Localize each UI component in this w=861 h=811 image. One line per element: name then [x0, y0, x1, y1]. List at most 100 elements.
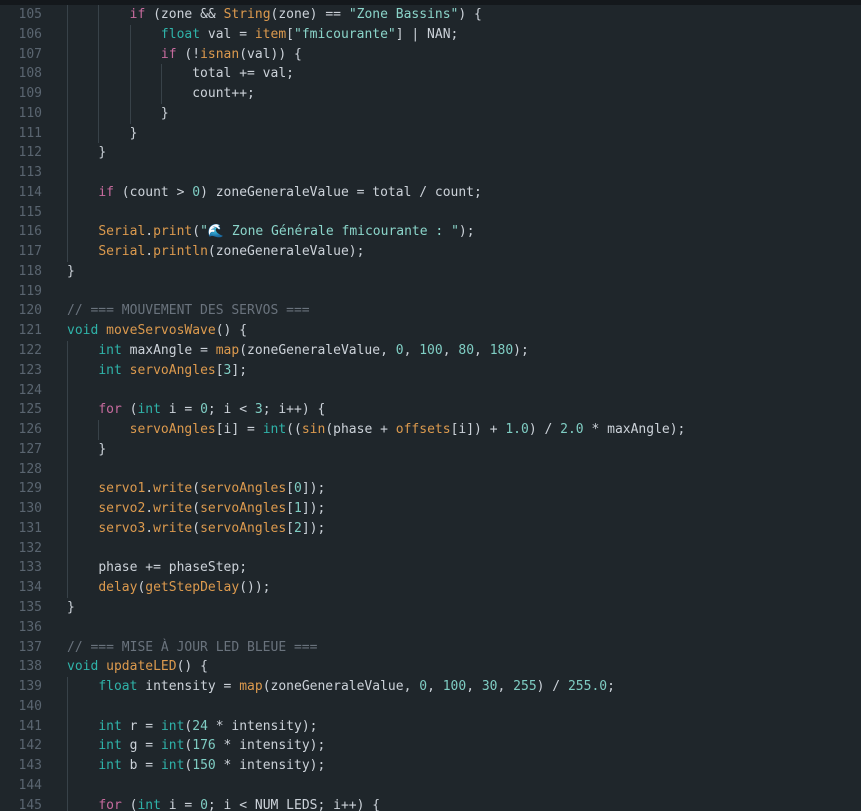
code-line[interactable]: 120// === MOUVEMENT DES SERVOS ===	[0, 301, 861, 321]
line-number: 144	[0, 776, 42, 796]
code-line[interactable]: 126 servoAngles[i] = int((sin(phase + of…	[0, 420, 861, 440]
code-line[interactable]: 127 }	[0, 440, 861, 460]
code-line[interactable]: 140	[0, 697, 861, 717]
code-line[interactable]: 128	[0, 460, 861, 480]
code-text[interactable]	[67, 539, 861, 559]
code-line[interactable]: 109 count++;	[0, 84, 861, 104]
code-text[interactable]	[67, 776, 861, 796]
code-line[interactable]: 118}	[0, 262, 861, 282]
code-text[interactable]: phase += phaseStep;	[67, 558, 861, 578]
code-text[interactable]: servo2.write(servoAngles[1]);	[67, 499, 861, 519]
code-text[interactable]	[67, 460, 861, 480]
code-text[interactable]	[67, 163, 861, 183]
code-text[interactable]: count++;	[67, 84, 861, 104]
code-line[interactable]: 106 float val = item["fmicourante"] | NA…	[0, 25, 861, 45]
code-text[interactable]: }	[67, 143, 861, 163]
code-tokens: }	[67, 145, 106, 160]
code-tokens: delay(getStepDelay());	[67, 580, 271, 595]
line-number: 117	[0, 242, 42, 262]
code-text[interactable]: // === MOUVEMENT DES SERVOS ===	[67, 301, 861, 321]
code-text[interactable]: total += val;	[67, 64, 861, 84]
code-line[interactable]: 130 servo2.write(servoAngles[1]);	[0, 499, 861, 519]
code-line[interactable]: 132	[0, 539, 861, 559]
code-text[interactable]: int g = int(176 * intensity);	[67, 736, 861, 756]
code-text[interactable]	[67, 282, 861, 302]
line-number: 122	[0, 341, 42, 361]
code-line[interactable]: 123 int servoAngles[3];	[0, 361, 861, 381]
code-line[interactable]: 117 Serial.println(zoneGeneraleValue);	[0, 242, 861, 262]
code-tokens: servo3.write(servoAngles[2]);	[67, 521, 325, 536]
line-number: 119	[0, 282, 42, 302]
code-text[interactable]: }	[67, 104, 861, 124]
code-line[interactable]: 125 for (int i = 0; i < 3; i++) {	[0, 400, 861, 420]
code-line[interactable]: 137// === MISE À JOUR LED BLEUE ===	[0, 638, 861, 658]
code-line[interactable]: 124	[0, 381, 861, 401]
code-line[interactable]: 145 for (int i = 0; i < NUM_LEDS; i++) {	[0, 796, 861, 811]
code-line[interactable]: 122 int maxAngle = map(zoneGeneraleValue…	[0, 341, 861, 361]
code-line[interactable]: 108 total += val;	[0, 64, 861, 84]
code-line[interactable]: 142 int g = int(176 * intensity);	[0, 736, 861, 756]
code-text[interactable]: if (count > 0) zoneGeneraleValue = total…	[67, 183, 861, 203]
code-line[interactable]: 112 }	[0, 143, 861, 163]
code-line[interactable]: 110 }	[0, 104, 861, 124]
code-text[interactable]: float val = item["fmicourante"] | NAN;	[67, 25, 861, 45]
code-text[interactable]: // === MISE À JOUR LED BLEUE ===	[67, 638, 861, 658]
code-line[interactable]: 139 float intensity = map(zoneGeneraleVa…	[0, 677, 861, 697]
code-line[interactable]: 114 if (count > 0) zoneGeneraleValue = t…	[0, 183, 861, 203]
code-text[interactable]: void moveServosWave() {	[67, 321, 861, 341]
line-number: 105	[0, 5, 42, 25]
code-text[interactable]: }	[67, 598, 861, 618]
code-text[interactable]	[67, 203, 861, 223]
code-text[interactable]: for (int i = 0; i < NUM_LEDS; i++) {	[67, 796, 861, 811]
indent-guide	[130, 84, 131, 104]
code-line[interactable]: 143 int b = int(150 * intensity);	[0, 756, 861, 776]
code-text[interactable]	[67, 381, 861, 401]
indent-guide	[67, 440, 68, 460]
code-text[interactable]: Serial.print("🌊 Zone Générale fmicourant…	[67, 222, 861, 242]
code-text[interactable]: int b = int(150 * intensity);	[67, 756, 861, 776]
code-line[interactable]: 119	[0, 282, 861, 302]
indent-guide	[67, 104, 68, 124]
code-tokens: }	[67, 264, 75, 279]
code-line[interactable]: 134 delay(getStepDelay());	[0, 578, 861, 598]
code-text[interactable]: if (zone && String(zone) == "Zone Bassin…	[67, 5, 861, 25]
code-text[interactable]: servo3.write(servoAngles[2]);	[67, 519, 861, 539]
code-tokens: int maxAngle = map(zoneGeneraleValue, 0,…	[67, 343, 529, 358]
indent-guide	[67, 677, 68, 697]
code-text[interactable]: int r = int(24 * intensity);	[67, 717, 861, 737]
code-text[interactable]: delay(getStepDelay());	[67, 578, 861, 598]
code-text[interactable]: }	[67, 124, 861, 144]
code-line[interactable]: 133 phase += phaseStep;	[0, 558, 861, 578]
code-editor[interactable]: 105 if (zone && String(zone) == "Zone Ba…	[0, 5, 861, 811]
code-line[interactable]: 129 servo1.write(servoAngles[0]);	[0, 479, 861, 499]
indent-guide	[67, 499, 68, 519]
code-line[interactable]: 131 servo3.write(servoAngles[2]);	[0, 519, 861, 539]
code-line[interactable]: 121void moveServosWave() {	[0, 321, 861, 341]
code-line[interactable]: 107 if (!isnan(val)) {	[0, 45, 861, 65]
code-tokens: // === MISE À JOUR LED BLEUE ===	[67, 640, 317, 655]
code-text[interactable]: void updateLED() {	[67, 657, 861, 677]
code-line[interactable]: 115	[0, 203, 861, 223]
code-line[interactable]: 141 int r = int(24 * intensity);	[0, 717, 861, 737]
code-line[interactable]: 116 Serial.print("🌊 Zone Générale fmicou…	[0, 222, 861, 242]
code-line[interactable]: 144	[0, 776, 861, 796]
code-text[interactable]: int servoAngles[3];	[67, 361, 861, 381]
code-line[interactable]: 111 }	[0, 124, 861, 144]
code-text[interactable]: servoAngles[i] = int((sin(phase + offset…	[67, 420, 861, 440]
code-text[interactable]: if (!isnan(val)) {	[67, 45, 861, 65]
code-text[interactable]: }	[67, 440, 861, 460]
code-text[interactable]	[67, 697, 861, 717]
indent-guide	[130, 104, 131, 124]
code-text[interactable]: Serial.println(zoneGeneraleValue);	[67, 242, 861, 262]
code-text[interactable]: for (int i = 0; i < 3; i++) {	[67, 400, 861, 420]
code-text[interactable]: servo1.write(servoAngles[0]);	[67, 479, 861, 499]
code-text[interactable]: float intensity = map(zoneGeneraleValue,…	[67, 677, 861, 697]
code-text[interactable]: int maxAngle = map(zoneGeneraleValue, 0,…	[67, 341, 861, 361]
code-line[interactable]: 136	[0, 618, 861, 638]
code-line[interactable]: 138void updateLED() {	[0, 657, 861, 677]
code-line[interactable]: 135}	[0, 598, 861, 618]
code-line[interactable]: 113	[0, 163, 861, 183]
code-text[interactable]	[67, 618, 861, 638]
code-line[interactable]: 105 if (zone && String(zone) == "Zone Ba…	[0, 5, 861, 25]
code-text[interactable]: }	[67, 262, 861, 282]
